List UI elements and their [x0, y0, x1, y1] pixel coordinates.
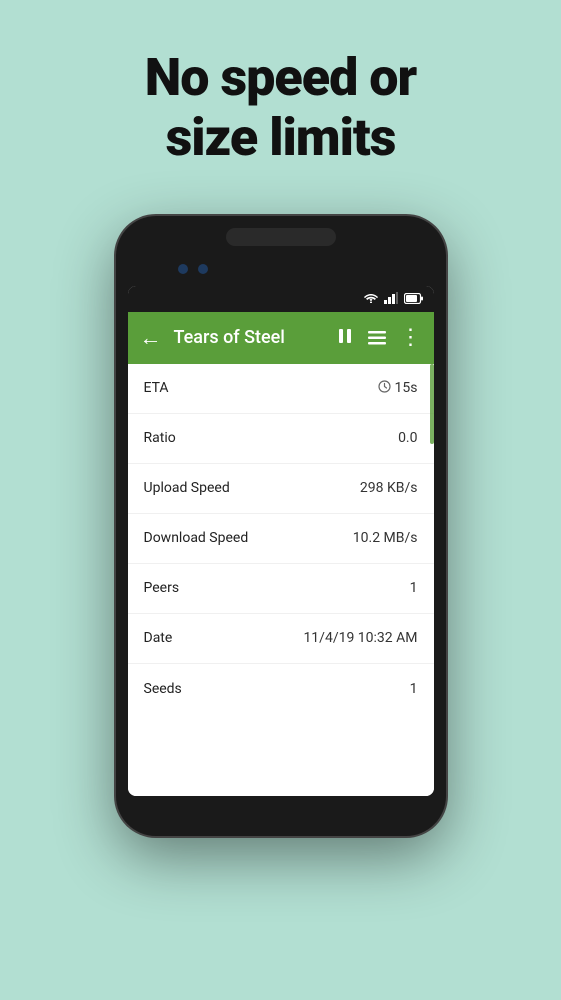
- wifi-icon: [364, 292, 378, 306]
- toolbar-actions: ⋮: [336, 326, 422, 350]
- headline: No speed or size limits: [81, 48, 481, 168]
- battery-icon: [404, 289, 424, 308]
- phone-camera-bar: [226, 228, 336, 246]
- info-value: 298 KB/s: [360, 480, 418, 496]
- table-row: Ratio 0.0: [128, 414, 434, 464]
- info-label: ETA: [144, 380, 169, 396]
- info-label: Date: [144, 630, 173, 646]
- more-button[interactable]: ⋮: [400, 327, 422, 349]
- phone-mockup: ← Tears of Steel ⋮: [116, 216, 446, 836]
- info-list: ETA 15s Ratio 0.0 Upload Speed 298 KB/s Downlo…: [128, 364, 434, 796]
- back-button[interactable]: ←: [140, 325, 162, 351]
- list-button[interactable]: [368, 326, 386, 350]
- info-value: 0.0: [398, 430, 417, 446]
- info-label: Ratio: [144, 430, 176, 446]
- table-row: Download Speed 10.2 MB/s: [128, 514, 434, 564]
- app-toolbar: ← Tears of Steel ⋮: [128, 312, 434, 364]
- scroll-thumb: [430, 364, 434, 444]
- info-value: 10.2 MB/s: [353, 530, 418, 546]
- table-row: Peers 1: [128, 564, 434, 614]
- phone-camera-dot-right: [198, 264, 208, 274]
- signal-icon: [384, 289, 398, 308]
- pause-button[interactable]: [336, 326, 354, 350]
- toolbar-title: Tears of Steel: [174, 327, 336, 348]
- table-row: Date 11/4/19 10:32 AM: [128, 614, 434, 664]
- info-value: 15s: [378, 380, 418, 397]
- clock-icon: [378, 380, 391, 397]
- info-label: Peers: [144, 580, 180, 596]
- table-row: Seeds 1: [128, 664, 434, 714]
- info-value: 1: [410, 580, 418, 596]
- status-bar: [128, 286, 434, 312]
- info-label: Seeds: [144, 681, 182, 697]
- table-row: ETA 15s: [128, 364, 434, 414]
- info-label: Download Speed: [144, 530, 249, 546]
- info-value: 1: [410, 681, 418, 697]
- table-row: Upload Speed 298 KB/s: [128, 464, 434, 514]
- phone-screen: ← Tears of Steel ⋮: [128, 286, 434, 796]
- info-label: Upload Speed: [144, 480, 230, 496]
- scroll-indicator: [430, 286, 434, 796]
- phone-camera-dot-left: [178, 264, 188, 274]
- info-value: 11/4/19 10:32 AM: [303, 630, 417, 646]
